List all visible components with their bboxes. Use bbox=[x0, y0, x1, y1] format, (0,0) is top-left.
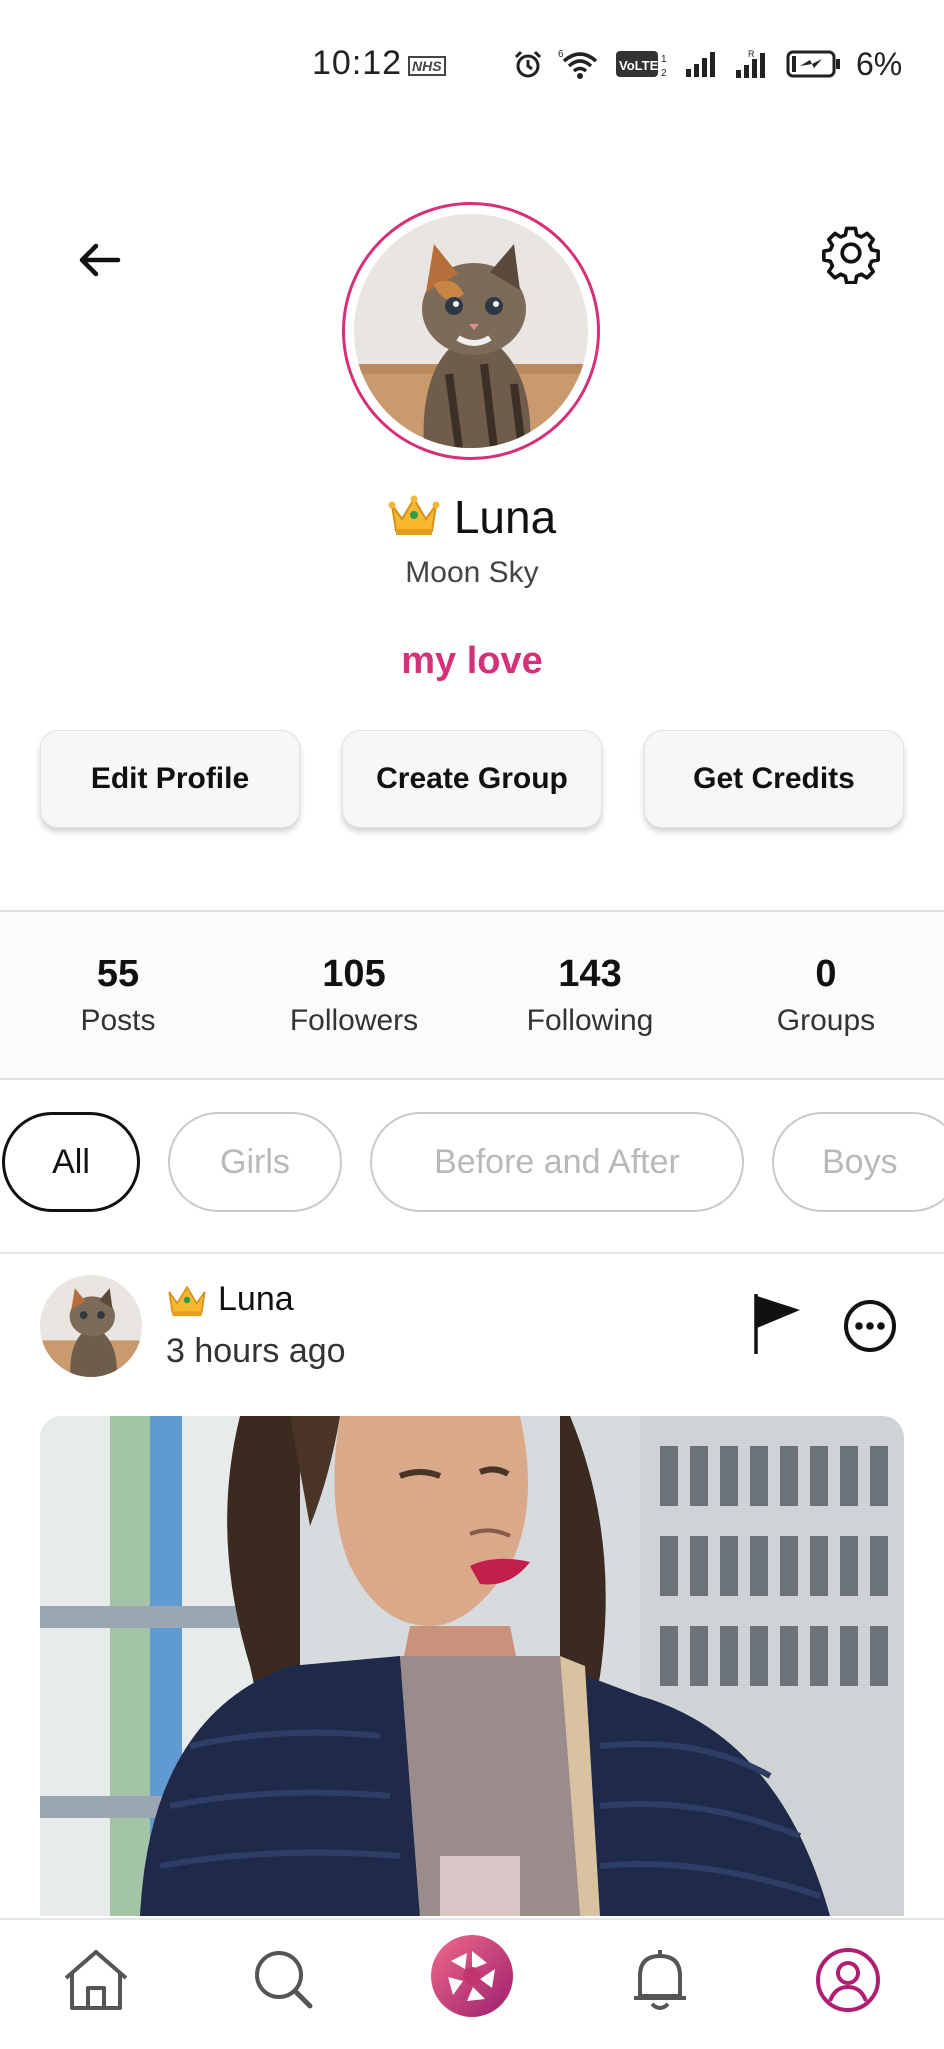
edit-profile-button[interactable]: Edit Profile bbox=[40, 730, 300, 828]
svg-text:R: R bbox=[748, 49, 755, 59]
profile-actions: Edit Profile Create Group Get Credits bbox=[40, 730, 904, 828]
battery-charging-icon bbox=[786, 50, 840, 78]
profile-handle: Moon Sky bbox=[405, 556, 539, 589]
stat-value: 0 bbox=[815, 952, 837, 995]
stat-label: Posts bbox=[80, 1003, 156, 1037]
nav-home[interactable] bbox=[56, 1940, 136, 2020]
profile-stats: 55 Posts 105 Followers 143 Following 0 G… bbox=[0, 910, 944, 1080]
profile-avatar[interactable] bbox=[342, 202, 600, 460]
nav-profile[interactable] bbox=[808, 1940, 888, 2020]
more-options-icon bbox=[844, 1300, 896, 1352]
chip-boys[interactable]: Boys bbox=[772, 1112, 944, 1212]
wifi-icon: 6 bbox=[558, 49, 598, 79]
signal-icon bbox=[686, 52, 715, 77]
stat-label: Groups bbox=[776, 1003, 876, 1037]
svg-text:VoLTE: VoLTE bbox=[619, 58, 659, 73]
post-author-avatar[interactable] bbox=[40, 1275, 142, 1377]
crown-icon bbox=[168, 1285, 206, 1316]
stat-following[interactable]: 143 Following bbox=[472, 912, 708, 1078]
profile-icon bbox=[816, 1948, 880, 2012]
stat-value: 143 bbox=[558, 952, 622, 995]
status-icons: 6 VoLTE 1 2 R 6% bbox=[512, 44, 902, 84]
crown-icon bbox=[388, 495, 440, 535]
nav-camera[interactable] bbox=[428, 1932, 516, 2020]
post-image[interactable] bbox=[40, 1416, 904, 1916]
status-time: 10:12 bbox=[312, 44, 403, 82]
filter-chips: All Girls Before and After Boys bbox=[0, 1110, 944, 1214]
stat-label: Following bbox=[526, 1003, 654, 1037]
stat-posts[interactable]: 55 Posts bbox=[0, 912, 236, 1078]
svg-text:2: 2 bbox=[661, 68, 667, 79]
chip-all[interactable]: All bbox=[2, 1112, 140, 1212]
profile-bio: my love bbox=[401, 640, 543, 682]
signal-roaming-icon: R bbox=[736, 49, 765, 78]
post-time: 3 hours ago bbox=[166, 1332, 346, 1370]
stat-value: 105 bbox=[322, 952, 386, 995]
stat-followers[interactable]: 105 Followers bbox=[236, 912, 472, 1078]
bottom-nav bbox=[0, 1918, 944, 2049]
settings-button[interactable] bbox=[820, 222, 882, 285]
bell-icon bbox=[634, 1950, 686, 2010]
nav-search[interactable] bbox=[244, 1940, 324, 2020]
stat-groups[interactable]: 0 Groups bbox=[708, 912, 944, 1078]
home-icon bbox=[64, 1950, 128, 2010]
report-button[interactable] bbox=[748, 1290, 808, 1358]
volte-icon: VoLTE 1 2 bbox=[616, 51, 667, 79]
svg-text:6: 6 bbox=[558, 49, 564, 60]
status-bar: 10:12 NHS 6 VoLTE 1 2 R 6% bbox=[0, 0, 944, 130]
battery-percent: 6% bbox=[856, 45, 903, 82]
nhs-badge: NHS bbox=[408, 56, 446, 76]
arrow-left-icon bbox=[79, 243, 121, 277]
stat-label: Followers bbox=[289, 1003, 419, 1037]
create-group-button[interactable]: Create Group bbox=[342, 730, 602, 828]
post-author-name[interactable]: Luna bbox=[218, 1280, 294, 1319]
search-icon bbox=[255, 1951, 313, 2009]
post-author-row: Luna bbox=[166, 1280, 294, 1319]
gear-icon bbox=[822, 226, 880, 285]
divider bbox=[0, 1252, 944, 1254]
alarm-icon bbox=[514, 50, 542, 78]
chip-before-and-after[interactable]: Before and After bbox=[370, 1112, 744, 1212]
stat-value: 55 bbox=[96, 952, 140, 995]
more-options-button[interactable] bbox=[842, 1298, 898, 1354]
camera-aperture-icon bbox=[431, 1935, 513, 2017]
back-button[interactable] bbox=[70, 230, 130, 290]
avatar-image bbox=[354, 214, 588, 448]
chip-girls[interactable]: Girls bbox=[168, 1112, 342, 1212]
get-credits-button[interactable]: Get Credits bbox=[644, 730, 904, 828]
profile-name-row: Luna bbox=[0, 490, 944, 544]
flag-icon bbox=[754, 1294, 800, 1354]
svg-text:1: 1 bbox=[661, 54, 667, 65]
profile-name: Luna bbox=[453, 491, 557, 543]
nav-notifications[interactable] bbox=[620, 1940, 700, 2020]
